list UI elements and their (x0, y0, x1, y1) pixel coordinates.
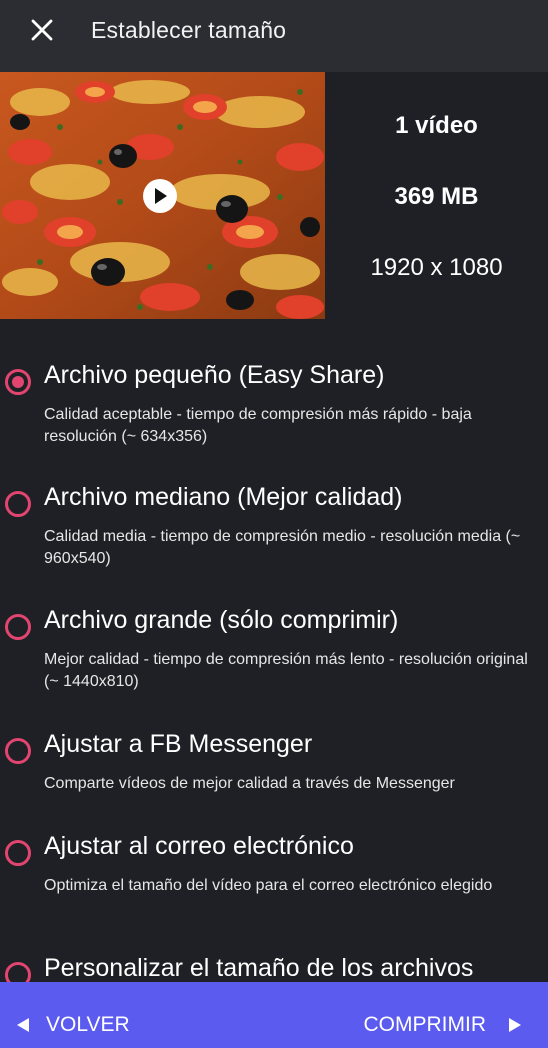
option-label: Archivo mediano (Mejor calidad) (44, 483, 403, 511)
close-icon (31, 19, 53, 41)
option-label: Ajustar al correo electrónico (44, 832, 354, 860)
option-description: Comparte vídeos de mejor calidad a travé… (44, 775, 455, 792)
bottom-action-bar: VOLVER COMPRIMIR (0, 982, 548, 1048)
play-icon (155, 188, 167, 204)
back-label: VOLVER (46, 1013, 130, 1036)
video-resolution: 1920 x 1080 (370, 254, 503, 281)
option-description: Optimiza el tamaño del vídeo para el cor… (44, 877, 493, 894)
option-label: Personalizar el tamaño de los archivos (44, 954, 474, 982)
radio-button-selected[interactable] (5, 369, 31, 395)
video-info: 1 vídeo 369 MB 1920 x 1080 (325, 72, 548, 320)
video-summary: 1 vídeo 369 MB 1920 x 1080 (0, 72, 548, 320)
option-large-file[interactable]: Archivo grande (sólo comprimir) Mejor ca… (0, 606, 548, 696)
option-label: Archivo grande (sólo comprimir) (44, 606, 399, 634)
option-label: Ajustar a FB Messenger (44, 730, 313, 758)
radio-button[interactable] (5, 738, 31, 764)
option-description: Mejor calidad - tiempo de compresión más… (44, 651, 528, 690)
option-description: Calidad aceptable - tiempo de compresión… (44, 406, 472, 445)
triangle-right-icon (509, 1018, 521, 1032)
back-button[interactable]: VOLVER (16, 1010, 130, 1040)
file-size: 369 MB (394, 183, 479, 210)
radio-button[interactable] (5, 840, 31, 866)
radio-button[interactable] (5, 962, 31, 982)
option-custom-size[interactable]: Personalizar el tamaño de los archivos (0, 954, 548, 982)
compress-label: COMPRIMIR (363, 1013, 487, 1036)
top-app-bar: Establecer tamaño (0, 0, 548, 72)
radio-button[interactable] (5, 491, 31, 517)
page-title: Establecer tamaño (91, 17, 287, 43)
triangle-left-icon (17, 1018, 29, 1032)
radio-button[interactable] (5, 614, 31, 640)
option-fb-messenger[interactable]: Ajustar a FB Messenger Comparte vídeos d… (0, 730, 548, 800)
play-button[interactable] (143, 179, 177, 213)
video-thumbnail[interactable] (0, 72, 325, 319)
option-medium-file[interactable]: Archivo mediano (Mejor calidad) Calidad … (0, 483, 548, 573)
option-description: Calidad media - tiempo de compresión med… (44, 528, 521, 567)
close-button[interactable] (22, 13, 62, 47)
video-count: 1 vídeo (395, 112, 478, 139)
option-email[interactable]: Ajustar al correo electrónico Optimiza e… (0, 832, 548, 922)
option-label: Archivo pequeño (Easy Share) (44, 361, 385, 389)
option-small-file[interactable]: Archivo pequeño (Easy Share) Calidad ace… (0, 361, 548, 451)
compress-button[interactable]: COMPRIMIR (364, 1010, 523, 1040)
size-options-list: Archivo pequeño (Easy Share) Calidad ace… (0, 320, 548, 982)
